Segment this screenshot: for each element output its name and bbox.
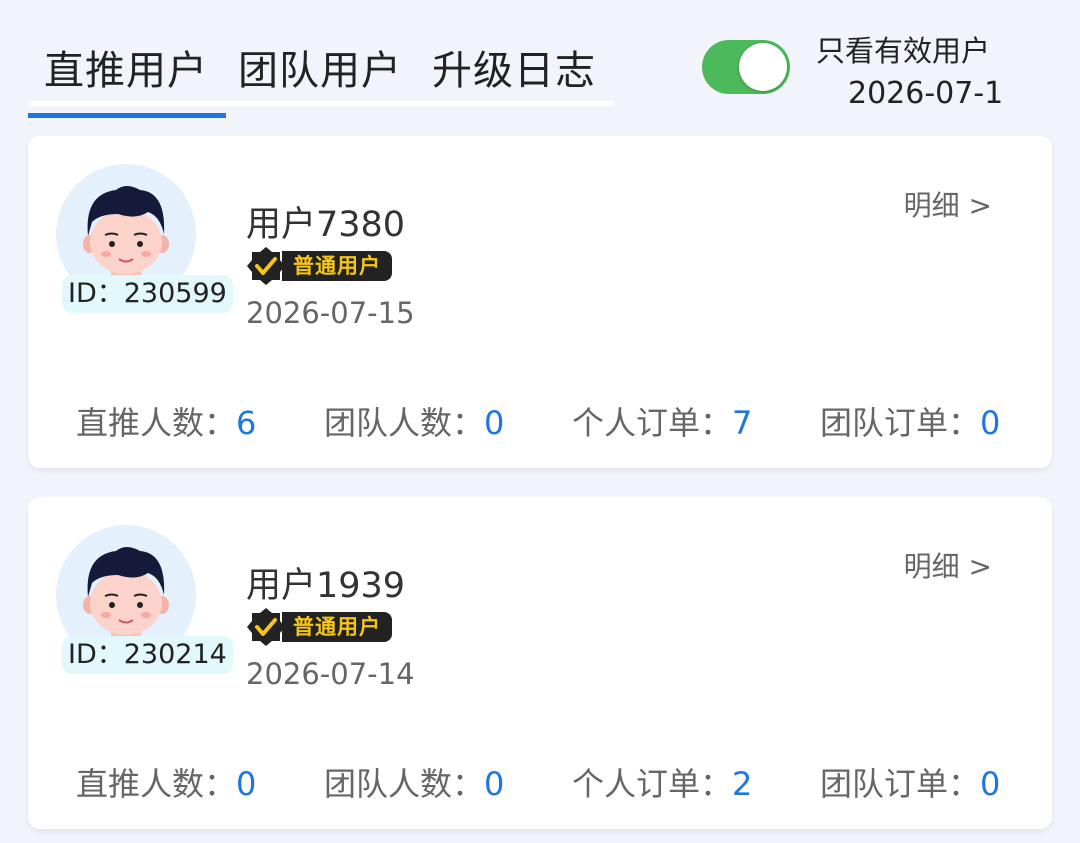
user-card: ID：230214 用户1939 普通用户 2026-07-14 明细 > 直推… <box>28 497 1052 829</box>
verified-shield-icon <box>246 607 286 651</box>
verified-shield-icon <box>246 246 286 290</box>
stat-item: 个人订单：7 <box>572 398 752 444</box>
tab-team-users[interactable]: 团队用户 <box>238 38 402 96</box>
tab-upgrade-log[interactable]: 升级日志 <box>432 38 596 96</box>
stat-label: 个人订单： <box>572 765 733 803</box>
stat-label: 团队订单： <box>820 404 981 442</box>
user-card: ID：230599 用户7380 普通用户 2026-07-15 明细 > 直推… <box>28 136 1052 468</box>
stat-item: 团队人数：0 <box>324 759 504 805</box>
stat-label: 团队人数： <box>324 765 485 803</box>
stat-label: 团队人数： <box>324 404 485 442</box>
user-name: 用户7380 <box>246 205 406 245</box>
stat-value[interactable]: 6 <box>236 404 256 442</box>
stat-value[interactable]: 0 <box>484 765 504 803</box>
stat-value[interactable]: 0 <box>980 765 1000 803</box>
stat-value[interactable]: 2 <box>732 765 752 803</box>
stat-value[interactable]: 0 <box>484 404 504 442</box>
stat-label: 团队订单： <box>820 765 981 803</box>
level-badge-label: 普通用户 <box>282 612 392 642</box>
filter-date: 2026-07-1 <box>848 76 1004 111</box>
detail-link[interactable]: 明细 > <box>904 545 992 585</box>
stat-item: 团队人数：0 <box>324 398 504 444</box>
stat-value[interactable]: 0 <box>236 765 256 803</box>
user-name: 用户1939 <box>246 566 406 606</box>
register-date: 2026-07-15 <box>246 296 415 330</box>
stat-item: 团队订单：0 <box>820 759 1000 805</box>
stat-value[interactable]: 7 <box>732 404 752 442</box>
stat-item: 团队订单：0 <box>820 398 1000 444</box>
stat-item: 直推人数：6 <box>76 398 256 444</box>
stat-label: 个人订单： <box>572 404 733 442</box>
stat-label: 直推人数： <box>76 765 237 803</box>
level-badge: 普通用户 <box>246 607 396 647</box>
filter-label: 只看有效用户 <box>816 34 991 68</box>
user-id-tag: ID：230599 <box>62 275 233 313</box>
level-badge-label: 普通用户 <box>282 251 392 281</box>
stat-item: 个人订单：2 <box>572 759 752 805</box>
user-id-tag: ID：230214 <box>62 636 233 674</box>
register-date: 2026-07-14 <box>246 657 415 691</box>
tab-bar: 直推用户 团队用户 升级日志 <box>28 28 614 118</box>
detail-link[interactable]: 明细 > <box>904 184 992 224</box>
tab-track <box>28 101 614 106</box>
tab-direct-users[interactable]: 直推用户 <box>28 38 226 118</box>
level-badge: 普通用户 <box>246 246 396 286</box>
stat-value[interactable]: 0 <box>980 404 1000 442</box>
toggle-knob <box>739 43 787 91</box>
stat-label: 直推人数： <box>76 404 237 442</box>
stat-item: 直推人数：0 <box>76 759 256 805</box>
valid-users-toggle[interactable] <box>702 40 790 94</box>
